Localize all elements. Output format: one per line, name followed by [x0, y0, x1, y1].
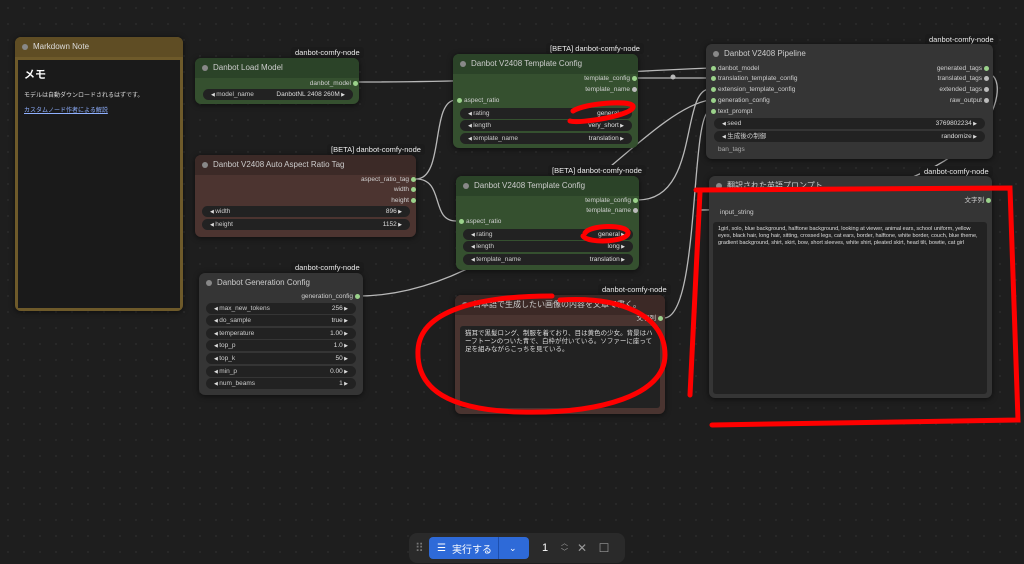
max-new-tokens-widget[interactable]: max_new_tokens256: [206, 303, 356, 314]
translated-prompt-title: 翻訳された英語プロンプト: [709, 176, 992, 196]
model-name-combo[interactable]: model_name DanbotNL 2408 260M: [203, 89, 353, 100]
markdown-note-node[interactable]: Markdown Note メモ モデルは自動ダウンロードされるはずです。 カス…: [15, 37, 183, 311]
pipeline-title: Danbot V2408 Pipeline: [706, 44, 993, 64]
batch-count[interactable]: 1: [535, 542, 555, 554]
japanese-prompt-textarea[interactable]: 猫耳で黒髪ロング、制服を着ており、目は黄色の少女。背景はハーフトーンのついた青で…: [460, 326, 660, 408]
input-text-prompt[interactable]: text_prompt: [710, 107, 752, 116]
output-height[interactable]: height: [300, 196, 416, 205]
markdown-note-title: Markdown Note: [15, 37, 183, 57]
graph-canvas[interactable]: Markdown Note メモ モデルは自動ダウンロードされるはずです。 カス…: [0, 0, 1024, 564]
note-heading: メモ: [24, 69, 46, 81]
close-icon[interactable]: ✕: [574, 541, 590, 555]
num-beams-widget[interactable]: num_beams1: [206, 378, 356, 389]
markdown-note-body[interactable]: メモ モデルは自動ダウンロードされるはずです。 カスタムノード作者による解説: [15, 57, 183, 311]
output-raw-output[interactable]: raw_output: [890, 96, 989, 105]
height-widget[interactable]: height1152: [202, 219, 410, 230]
node-badge: danbot-comfy-node: [598, 284, 671, 295]
node-badge: [BETA] danbot-comfy-node: [546, 43, 644, 54]
temperature-widget[interactable]: temperature1.00: [206, 328, 356, 339]
input-ban-tags[interactable]: ban_tags: [718, 145, 745, 154]
rating-combo-2[interactable]: ratinggeneral: [463, 229, 633, 240]
input-aspect-ratio-1[interactable]: aspect_ratio: [456, 96, 499, 105]
output-string-jp[interactable]: 文字列: [600, 314, 663, 323]
queue-icon: ☰: [437, 542, 446, 554]
note-link[interactable]: カスタムノード作者による解説: [24, 105, 174, 114]
output-generated-tags[interactable]: generated_tags: [890, 64, 989, 73]
queue-toolbar: ⠿ ☰ 実行する ⌄ 1 ︿ ﹀ ✕ ☐: [409, 533, 625, 563]
drag-handle-icon[interactable]: ⠿: [415, 541, 424, 555]
count-stepper[interactable]: ︿ ﹀: [561, 539, 568, 557]
run-label: 実行する: [451, 544, 492, 556]
length-combo-1[interactable]: lengthvery_short: [460, 120, 632, 131]
translated-prompt-textarea[interactable]: 1girl, solo, blue background, halftone b…: [713, 222, 987, 394]
node-badge: [BETA] danbot-comfy-node: [327, 144, 425, 155]
node-badge: [BETA] danbot-comfy-node: [548, 165, 646, 176]
input-danbot-model[interactable]: danbot_model: [710, 64, 759, 73]
load-model-title: Danbot Load Model: [195, 58, 359, 78]
template-name-combo-2[interactable]: template_nametranslation: [463, 254, 633, 265]
output-template-config-2[interactable]: template_config: [540, 196, 638, 205]
output-danbot-model[interactable]: danbot_model: [270, 79, 358, 88]
stop-icon[interactable]: ☐: [596, 541, 612, 555]
input-aspect-ratio-2[interactable]: aspect_ratio: [458, 217, 501, 226]
input-string[interactable]: input_string: [720, 208, 754, 217]
chevron-down-icon[interactable]: ﹀: [561, 548, 568, 557]
output-aspect-ratio-tag[interactable]: aspect_ratio_tag: [300, 175, 416, 184]
node-badge: danbot-comfy-node: [291, 47, 364, 58]
output-template-name-1[interactable]: template_name: [540, 85, 637, 94]
output-generation-config[interactable]: generation_config: [270, 292, 360, 301]
top-k-widget[interactable]: top_k50: [206, 353, 356, 364]
control-after-generate-widget[interactable]: 生成後の制御randomize: [714, 131, 985, 142]
input-translation-template-config[interactable]: translation_template_config: [711, 74, 798, 83]
divider: [497, 537, 499, 559]
input-generation-config[interactable]: generation_config: [711, 96, 770, 105]
seed-widget[interactable]: seed3769802234: [714, 118, 985, 129]
japanese-prompt-title: 日本語で生成したい画像の内容を文章で書く。: [455, 295, 665, 315]
output-extended-tags[interactable]: extended_tags: [890, 85, 989, 94]
node-badge: danbot-comfy-node: [291, 262, 364, 273]
generation-config-title: Danbot Generation Config: [199, 273, 363, 293]
chevron-up-icon[interactable]: ︿: [561, 539, 568, 548]
rating-combo-1[interactable]: ratinggeneral: [460, 108, 632, 119]
output-template-name-2[interactable]: template_name: [540, 206, 638, 215]
output-template-config-1[interactable]: template_config: [540, 74, 637, 83]
input-extension-template-config[interactable]: extension_template_config: [710, 85, 795, 94]
do-sample-widget[interactable]: do_sampletrue: [206, 315, 356, 326]
output-translated-tags[interactable]: translated_tags: [890, 74, 989, 83]
template-config-title-1: Danbot V2408 Template Config: [453, 54, 638, 74]
output-string-en[interactable]: 文字列: [930, 196, 991, 205]
min-p-widget[interactable]: min_p0.00: [206, 366, 356, 377]
chevron-down-icon[interactable]: ⌄: [505, 543, 521, 554]
width-widget[interactable]: width896: [202, 206, 410, 217]
output-width[interactable]: width: [300, 185, 416, 194]
top-p-widget[interactable]: top_p1.0: [206, 340, 356, 351]
aspect-ratio-title: Danbot V2408 Auto Aspect Ratio Tag: [195, 155, 416, 175]
template-config-title-2: Danbot V2408 Template Config: [456, 176, 639, 196]
note-text: モデルは自動ダウンロードされるはずです。: [24, 93, 144, 99]
template-name-combo-1[interactable]: template_nametranslation: [460, 133, 632, 144]
length-combo-2[interactable]: lengthlong: [463, 241, 633, 252]
run-button[interactable]: ☰ 実行する ⌄: [429, 537, 529, 559]
